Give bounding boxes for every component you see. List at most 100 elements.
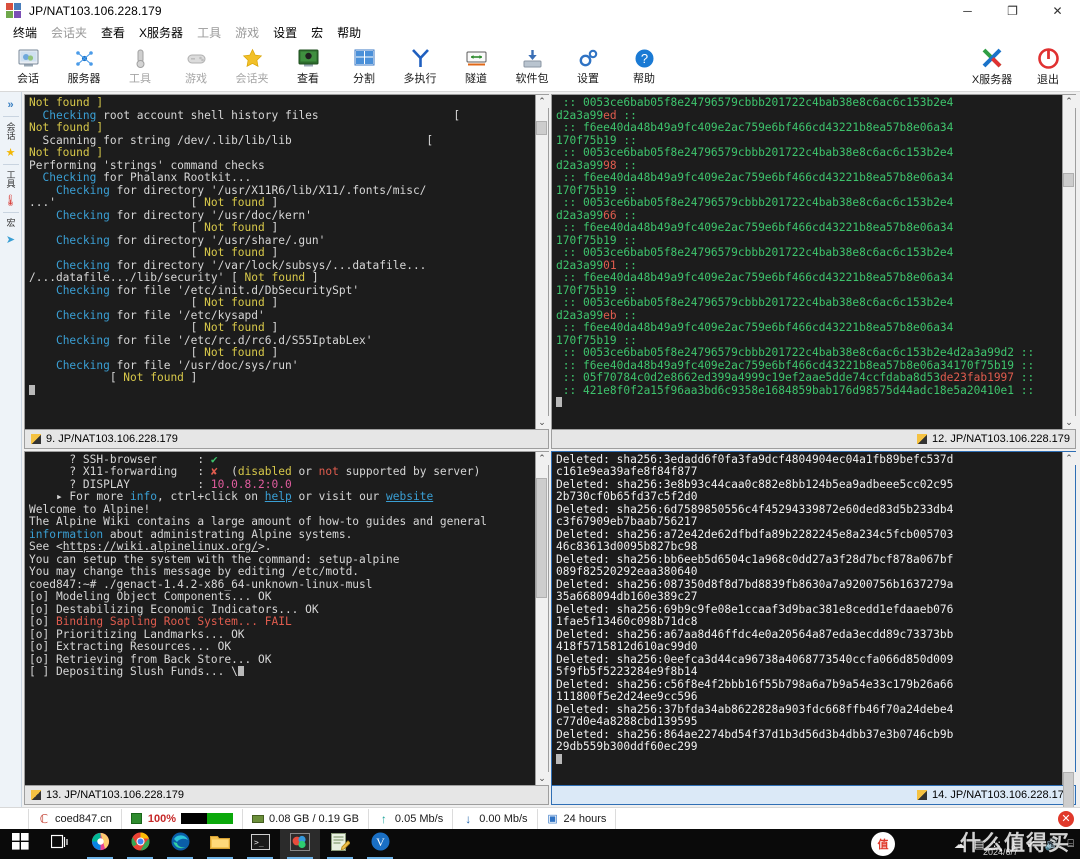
windows-icon (11, 833, 29, 855)
scroll-down-icon[interactable]: ⌄ (1062, 415, 1076, 429)
sidebar-expand-button[interactable]: » (0, 96, 22, 114)
pane-12-scrollbar[interactable]: ⌃ ⌄ (1062, 95, 1076, 429)
tray-usb-icon[interactable]: ⚷ (1009, 838, 1017, 851)
pane-12[interactable]: :: 0053ce6bab05f8e24796579cbbb201722c4ba… (551, 94, 1076, 449)
sidebar-item-sessions[interactable]: 会话 (0, 119, 22, 143)
scroll-thumb[interactable] (1063, 173, 1074, 187)
tray-network-icon[interactable]: ⌸ (1067, 838, 1074, 851)
tray-window-icon[interactable]: ▤ (974, 838, 984, 851)
sidebar-item-macros-label: 宏 (5, 218, 16, 227)
taskbar-app-edge[interactable] (160, 829, 200, 859)
scroll-thumb[interactable] (536, 121, 547, 135)
scroll-thumb[interactable] (536, 477, 547, 598)
tray-cloud-icon[interactable]: ☁ (954, 838, 965, 851)
paper-plane-icon[interactable]: ➤ (0, 230, 22, 249)
toolbar-button-会话夹[interactable]: 会话夹 (224, 43, 280, 91)
menu-item-0[interactable]: 终端 (6, 22, 44, 43)
pane-13-terminal-output[interactable]: ? SSH-browser : ✔ ? X11-forwarding : ✘ (… (25, 451, 535, 785)
ram-icon (252, 813, 265, 825)
statusbar-cpu[interactable]: 100% (122, 808, 244, 829)
scroll-up-icon[interactable]: ⌃ (1062, 451, 1076, 465)
pane-14[interactable]: Deleted: sha256:3edadd6f0fa3fa9dcf480490… (551, 450, 1076, 832)
pane-13-scrollbar[interactable]: ⌃ ⌄ (535, 451, 549, 785)
pane-9-terminal-output[interactable]: Not found ] Checking root account shell … (25, 95, 535, 429)
close-button[interactable]: ✕ (1035, 0, 1080, 22)
task-view-button[interactable] (40, 829, 80, 859)
maximize-button[interactable]: ❐ (990, 0, 1035, 22)
statusbar-download[interactable]: ↓ 0.00 Mb/s (453, 808, 538, 829)
toolbar-button-帮助[interactable]: ? 帮助 (616, 43, 672, 91)
pane-12-title[interactable]: 12. JP/NAT103.106.228.179 (551, 429, 1076, 449)
taskbar-app-notepad[interactable] (320, 829, 360, 859)
tray-shield-icon[interactable]: ✔ (1026, 838, 1035, 851)
menu-item-1[interactable]: 会话夹 (44, 22, 94, 43)
toolbar-button-分割[interactable]: 分割 (336, 43, 392, 91)
toolbar-button-退出[interactable]: 退出 (1020, 43, 1076, 91)
statusbar-uptime-label: 24 hours (563, 812, 607, 825)
menu-item-6[interactable]: 设置 (266, 22, 304, 43)
menu-item-2[interactable]: 查看 (94, 22, 132, 43)
task-view-icon (50, 834, 69, 855)
tray-apps-icon[interactable]: ∷ (993, 838, 1000, 851)
scroll-down-icon[interactable]: ⌄ (535, 772, 549, 785)
statusbar-memory[interactable]: 0.08 GB / 0.19 GB (243, 808, 369, 829)
sidebar-item-tools[interactable]: 工具 (0, 167, 22, 191)
toolbar-button-工具[interactable]: 工具 (112, 43, 168, 91)
statusbar-uptime[interactable]: ▣ 24 hours (538, 808, 617, 829)
terminal-cursor (237, 666, 244, 677)
sidebar-item-macros[interactable]: 宏 (0, 215, 22, 230)
menu-item-3[interactable]: X服务器 (132, 22, 190, 43)
toolbar-button-会话[interactable]: 会话 (0, 43, 56, 91)
settings-icon (577, 47, 599, 69)
toolbar-button-服务器[interactable]: 服务器 (56, 43, 112, 91)
taskbar-app-explorer[interactable] (200, 829, 240, 859)
menu-item-8[interactable]: 帮助 (330, 22, 368, 43)
taskbar-app-mobaxterm[interactable] (280, 829, 320, 859)
toolbar-button-多执行[interactable]: 多执行 (392, 43, 448, 91)
vmware-icon: V (371, 832, 390, 856)
at-icon: ℂ (39, 811, 49, 826)
statusbar-upload[interactable]: ↑ 0.05 Mb/s (369, 808, 454, 829)
statusbar-host[interactable]: ℂcoed847.cn (28, 808, 122, 829)
pane-12-terminal-output[interactable]: :: 0053ce6bab05f8e24796579cbbb201722c4ba… (552, 95, 1062, 429)
toolbar: 会话 服务器 工具 游戏 会话夹 查看 分割 多执行 隧道 软件包 设置? 帮助 X服务器 退出 (0, 42, 1080, 92)
taskbar-app-vmware[interactable]: V (360, 829, 400, 859)
menu-item-4[interactable]: 工具 (190, 22, 228, 43)
toolbar-button-label: 分割 (353, 73, 375, 85)
statusbar-close-button[interactable]: ✕ (1058, 810, 1074, 827)
cpu-icon (131, 813, 143, 825)
toolbar-button-X服务器[interactable]: X服务器 (964, 43, 1020, 91)
menu-item-5[interactable]: 游戏 (228, 22, 266, 43)
pane-14-scrollbar[interactable]: ⌃⌄ (1062, 451, 1076, 832)
pane-13-title[interactable]: 13. JP/NAT103.106.228.179 (24, 786, 549, 805)
left-sidebar: » 会话 ★ 工具 🌡 宏 ➤ (0, 92, 22, 807)
star-icon[interactable]: ★ (0, 143, 22, 162)
pane-9[interactable]: Not found ] Checking root account shell … (24, 94, 549, 449)
taskbar-app-terminal[interactable]: >_ (240, 829, 280, 859)
scroll-up-icon[interactable]: ⌃ (535, 451, 549, 465)
pane-14-terminal-output[interactable]: Deleted: sha256:3edadd6f0fa3fa9dcf480490… (552, 451, 1062, 785)
toolbar-button-隧道[interactable]: 隧道 (448, 43, 504, 91)
pane-9-scrollbar[interactable]: ⌃ ⌄ (535, 95, 549, 429)
minimize-button[interactable]: ─ (945, 0, 990, 22)
pane-12-terminal-wrapper: :: 0053ce6bab05f8e24796579cbbb201722c4ba… (551, 94, 1076, 430)
toolbar-button-查看[interactable]: 查看 (280, 43, 336, 91)
scroll-down-icon[interactable]: ⌄ (535, 415, 549, 429)
scroll-up-icon[interactable]: ⌃ (1062, 95, 1076, 108)
pane-9-title[interactable]: 9. JP/NAT103.106.228.179 (24, 429, 549, 449)
toolbar-button-设置[interactable]: 设置 (560, 43, 616, 91)
pane-14-title[interactable]: 14. JP/NAT103.106.228.179 (551, 786, 1076, 805)
start-button[interactable] (0, 829, 40, 859)
scroll-up-icon[interactable]: ⌃ (535, 95, 549, 108)
taskbar-app-chrome[interactable] (120, 829, 160, 859)
tray-volume-icon[interactable]: 🔊 (1045, 838, 1059, 851)
tools-icon (129, 47, 151, 69)
sidebar-divider (2, 212, 19, 213)
toolbar-button-软件包[interactable]: 软件包 (504, 43, 560, 91)
pane-13[interactable]: ? SSH-browser : ✔ ? X11-forwarding : ✘ (… (24, 450, 549, 805)
toolbar-button-游戏[interactable]: 游戏 (168, 43, 224, 91)
taskbar-app-photos[interactable] (80, 829, 120, 859)
sidebar-divider (2, 116, 19, 117)
thermometer-icon[interactable]: 🌡 (0, 191, 22, 210)
menu-item-7[interactable]: 宏 (304, 22, 330, 43)
